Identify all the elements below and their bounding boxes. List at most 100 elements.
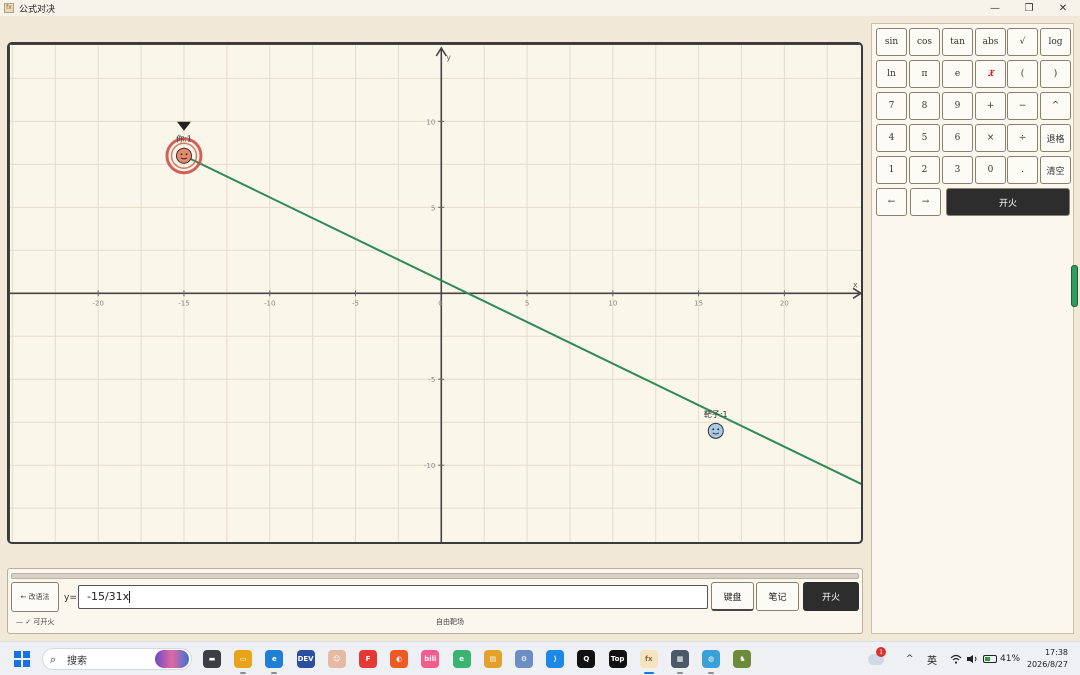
battery-percent: 41% [1000, 654, 1021, 664]
key-3-2[interactable]: 6 [942, 124, 973, 152]
fire-status: — ✓ 可开火 [16, 618, 55, 626]
e-browser-icon[interactable]: e [452, 650, 471, 668]
close-button[interactable]: ✕ [1046, 0, 1080, 16]
keypad-fire-button[interactable]: 开火 [946, 188, 1070, 216]
minimize-button[interactable]: — [978, 0, 1012, 16]
key-1-4[interactable]: ( [1007, 60, 1038, 88]
scrollbar-thumb[interactable] [1071, 265, 1078, 307]
key-4-1[interactable]: 2 [909, 156, 940, 184]
x-tick-label: 5 [525, 299, 529, 307]
vscode-icon[interactable]: ⟩ [546, 650, 565, 668]
x-tick-label: 0 [438, 299, 442, 307]
maximize-button[interactable]: ❐ [1012, 0, 1046, 16]
y-tick-label: -5 [428, 376, 435, 384]
game-icon[interactable]: ♞ [733, 650, 752, 668]
key-2-0[interactable]: 7 [876, 92, 907, 120]
fx-app-icon[interactable]: fx [639, 650, 658, 668]
key-1-5[interactable]: ) [1040, 60, 1071, 88]
player-label: 你:1 [176, 134, 192, 144]
notes-app-icon[interactable]: ▤ [483, 650, 502, 668]
shot-trajectory [183, 154, 861, 486]
y-tick-label: 5 [431, 204, 435, 212]
key-2-3[interactable]: + [975, 92, 1006, 120]
key-3-4[interactable]: ÷ [1007, 124, 1038, 152]
battery-icon [983, 655, 997, 663]
taskbar-search[interactable]: ⌕ 搜索 [42, 648, 192, 670]
show-hidden-icons-icon[interactable]: ^ [906, 642, 914, 675]
key-0-5[interactable]: log [1040, 28, 1071, 56]
key-0-4[interactable]: √ [1007, 28, 1038, 56]
key-4-2[interactable]: 3 [942, 156, 973, 184]
devhome-icon[interactable]: DEV [296, 650, 315, 668]
key-3-0[interactable]: 4 [876, 124, 907, 152]
x-tick-label: -5 [352, 299, 359, 307]
keyboard-toggle-button[interactable]: 键盘 [711, 582, 754, 611]
key-4-0[interactable]: 1 [876, 156, 907, 184]
avatar-app-icon[interactable]: ☺ [327, 650, 346, 668]
key-0-2[interactable]: tan [942, 28, 973, 56]
wifi-icon[interactable] [950, 642, 962, 675]
weather-badge: 1 [876, 647, 886, 657]
battery-status[interactable]: 41% [983, 642, 1020, 675]
key-1-3[interactable]: 𝔛 [975, 60, 1006, 88]
cursor-left-key[interactable]: ← [876, 188, 907, 216]
weather-icon[interactable]: 1 [868, 642, 894, 675]
file-manager-icon[interactable]: ▬ [203, 650, 221, 668]
key-4-3[interactable]: 0 [975, 156, 1006, 184]
key-3-3[interactable]: × [975, 124, 1006, 152]
formula-input-panel: ← 改语法 y= -15/31x 键盘 笔记 开火 — ✓ 可开火 自由靶场 [7, 568, 863, 634]
window-title: 公式对决 [19, 4, 56, 15]
edge-icon[interactable]: e [265, 650, 284, 668]
fire-button[interactable]: 开火 [803, 582, 859, 611]
key-1-1[interactable]: π [909, 60, 940, 88]
clock-time: 17:38 [1044, 648, 1068, 657]
calculator-icon[interactable]: ▦ [671, 650, 689, 668]
x-tick-label: -20 [92, 299, 103, 307]
key-4-5[interactable]: 清空 [1040, 156, 1071, 184]
key-1-2[interactable]: e [942, 60, 973, 88]
graph-canvas[interactable]: x y -20 -15 -10 -5 0 5 10 15 20 10 5 -5 -10 你:1 靶子:1 [7, 42, 863, 544]
target-eye-right [717, 428, 720, 431]
key-2-5[interactable]: ^ [1040, 92, 1071, 120]
change-syntax-button[interactable]: ← 改语法 [11, 582, 59, 612]
key-0-3[interactable]: abs [975, 28, 1006, 56]
key-3-5[interactable]: 退格 [1040, 124, 1071, 152]
notes-button[interactable]: 笔记 [756, 582, 799, 611]
key-0-0[interactable]: sin [876, 28, 907, 56]
player-face-icon [175, 147, 192, 164]
graph-plot: x y -20 -15 -10 -5 0 5 10 15 20 10 5 -5 -10 你:1 靶子:1 [9, 44, 861, 542]
ime-indicator[interactable]: 英 [927, 642, 937, 675]
key-2-1[interactable]: 8 [909, 92, 940, 120]
key-4-4[interactable]: . [1007, 156, 1038, 184]
target-label: 靶子:1 [704, 409, 728, 419]
orange-app-icon[interactable]: ◐ [390, 650, 409, 668]
player-eye-left [180, 153, 183, 156]
calculator-running-indicator [677, 672, 683, 674]
gear-app-icon[interactable]: ⚙ [515, 650, 533, 668]
fx-app-running-indicator [643, 672, 654, 674]
qq-icon[interactable]: Q [577, 650, 596, 668]
search-highlight-art [155, 650, 189, 668]
formula-input[interactable]: -15/31x [78, 585, 708, 609]
key-2-2[interactable]: 9 [942, 92, 973, 120]
top-app-icon[interactable]: Top [608, 650, 627, 668]
globe-icon[interactable]: ◍ [702, 650, 721, 668]
fx-app-icon: fx [4, 3, 14, 13]
x-axis-label: x [853, 280, 858, 289]
key-2-4[interactable]: − [1007, 92, 1038, 120]
player-marker-icon [176, 121, 191, 131]
windows-start-icon[interactable] [14, 651, 30, 667]
edge-running-indicator [271, 672, 278, 674]
cursor-right-key[interactable]: → [910, 188, 941, 216]
x-tick-label: 20 [780, 299, 789, 307]
key-3-1[interactable]: 5 [909, 124, 940, 152]
system-clock[interactable]: 17:38 2026/8/27 [1027, 647, 1068, 671]
target-eye-left [712, 428, 715, 431]
key-0-1[interactable]: cos [909, 28, 940, 56]
key-1-0[interactable]: ln [876, 60, 907, 88]
feishu-icon[interactable]: F [359, 650, 377, 668]
search-placeholder: 搜索 [67, 655, 87, 667]
volume-icon[interactable] [966, 642, 978, 675]
bilibili-icon[interactable]: bili [421, 650, 440, 668]
folder-icon[interactable]: ▭ [234, 650, 253, 668]
